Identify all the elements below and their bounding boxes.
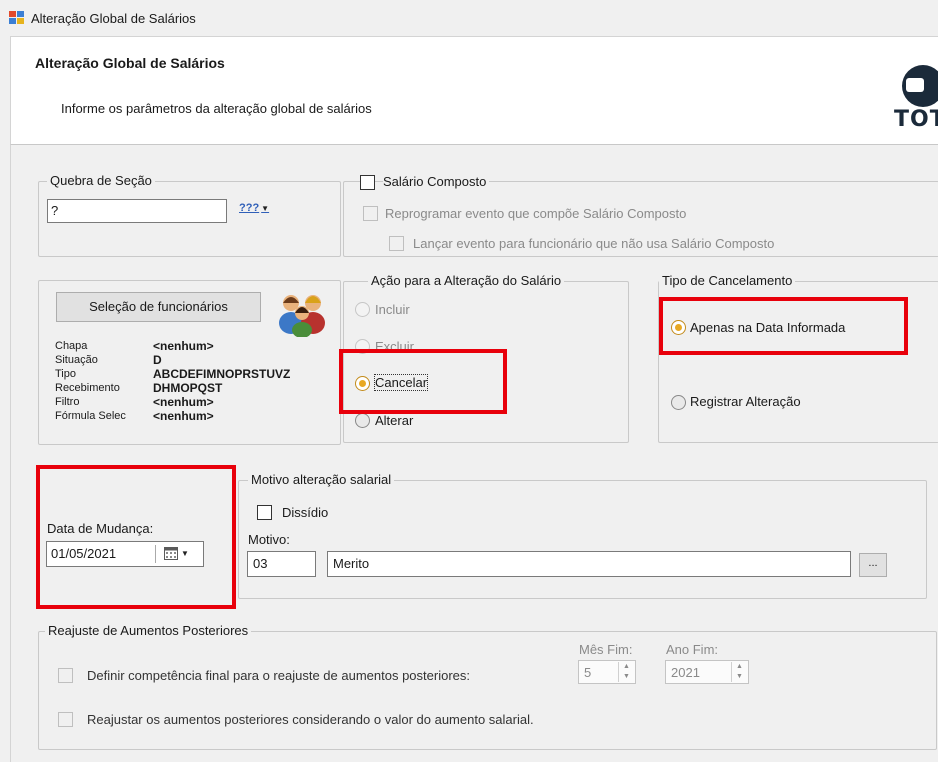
- salario-composto-label: Salário Composto: [383, 174, 490, 189]
- definir-competencia-label: Definir competência final para o reajust…: [87, 668, 470, 683]
- logo-text: TOT: [894, 107, 938, 132]
- radio-registrar[interactable]: [671, 395, 686, 410]
- reajustar-checkbox[interactable]: [58, 712, 73, 727]
- reajuste-group: Reajuste de Aumentos Posteriores Definir…: [38, 623, 937, 750]
- page-title: Alteração Global de Salários: [35, 55, 225, 71]
- window-title: Alteração Global de Salários: [31, 11, 196, 26]
- lancar-label: Lançar evento para funcionário que não u…: [413, 236, 775, 251]
- radio-alterar[interactable]: [355, 413, 370, 428]
- highlight-data-mudanca: [36, 465, 236, 609]
- acao-group: Ação para a Alteração do Salário Incluir…: [343, 273, 629, 443]
- motivo-code-input[interactable]: 03: [247, 551, 316, 577]
- chevron-down-icon[interactable]: ▼: [619, 672, 634, 682]
- brand-logo: TOT: [894, 65, 938, 145]
- selecao-key: Filtro: [55, 396, 80, 408]
- ano-fim-label: Ano Fim:: [666, 642, 719, 657]
- reprogramar-checkbox[interactable]: [363, 206, 378, 221]
- ano-fim-value: 2021: [671, 665, 700, 680]
- radio-excluir[interactable]: [355, 339, 370, 354]
- apenas-data-label: Apenas na Data Informada: [690, 320, 846, 335]
- app-icon: [9, 11, 24, 24]
- radio-incluir[interactable]: [355, 302, 370, 317]
- tipo-cancelamento-legend: Tipo de Cancelamento: [659, 273, 796, 289]
- chevron-down-icon[interactable]: ▼: [732, 672, 747, 682]
- salario-composto-group: Salário Composto Reprogramar evento que …: [343, 174, 938, 257]
- motivo-label: Motivo:: [248, 532, 290, 547]
- selecao-value: <nenhum>: [153, 339, 214, 353]
- reajustar-label: Reajustar os aumentos posteriores consid…: [87, 712, 534, 727]
- main-panel: Quebra de Seção ? ??? ▼ Salário Composto …: [10, 144, 938, 762]
- selecao-key: Tipo: [55, 368, 76, 380]
- motivo-description-input[interactable]: Merito: [327, 551, 851, 577]
- data-mudanca-input[interactable]: 01/05/2021 ▼: [46, 541, 204, 567]
- window-titlebar: Alteração Global de Salários: [0, 0, 938, 36]
- chevron-down-icon[interactable]: ▼: [181, 547, 189, 561]
- selecao-row: Fórmula Selec <nenhum>: [55, 409, 335, 424]
- lancar-checkbox[interactable]: [389, 236, 404, 251]
- reprogramar-label: Reprogramar evento que compõe Salário Co…: [385, 206, 687, 221]
- cancelar-label: Cancelar: [373, 374, 429, 391]
- motivo-legend: Motivo alteração salarial: [248, 472, 395, 488]
- ano-fim-spinner[interactable]: 2021 ▲ ▼: [665, 660, 749, 684]
- selecao-value: <nenhum>: [153, 409, 214, 423]
- alterar-label: Alterar: [375, 413, 414, 428]
- lookup-button[interactable]: ??? ▼: [239, 202, 269, 220]
- calendar-icon[interactable]: [164, 547, 178, 560]
- registrar-label: Registrar Alteração: [690, 394, 801, 409]
- incluir-label: Incluir: [375, 302, 410, 317]
- selecao-key: Recebimento: [55, 382, 120, 394]
- date-divider: [155, 545, 156, 563]
- chevron-up-icon[interactable]: ▲: [619, 662, 634, 672]
- selecao-group: Seleção de funcionários Chapa <nenhum> S…: [38, 280, 341, 445]
- spinner-arrows[interactable]: ▲ ▼: [618, 662, 634, 682]
- selecao-row: Chapa <nenhum>: [55, 339, 335, 354]
- selecao-value: ABCDEFIMNOPRSTUVZ: [153, 367, 291, 381]
- selecao-row: Tipo ABCDEFIMNOPRSTUVZ: [55, 367, 335, 382]
- radio-cancelar[interactable]: [355, 376, 370, 391]
- chevron-up-icon[interactable]: ▲: [732, 662, 747, 672]
- selecao-summary: Chapa <nenhum> Situação D Tipo ABCDEFIMN…: [55, 339, 335, 440]
- mes-fim-spinner[interactable]: 5 ▲ ▼: [578, 660, 636, 684]
- dissidio-label: Dissídio: [282, 505, 329, 520]
- quebra-secao-legend: Quebra de Seção: [47, 173, 155, 189]
- tipo-cancelamento-group: Tipo de Cancelamento Apenas na Data Info…: [658, 273, 938, 443]
- page-subtitle: Informe os parâmetros da alteração globa…: [61, 101, 372, 116]
- data-mudanca-value: 01/05/2021: [51, 546, 117, 561]
- mes-fim-value: 5: [584, 665, 592, 680]
- quebra-secao-group: Quebra de Seção ? ??? ▼: [38, 173, 341, 257]
- selecao-key: Chapa: [55, 340, 88, 352]
- selecao-value: <nenhum>: [153, 395, 214, 409]
- selecao-value: D: [153, 353, 162, 367]
- radio-apenas-data[interactable]: [671, 320, 686, 335]
- dissidio-checkbox[interactable]: [257, 505, 272, 520]
- data-mudanca-label: Data de Mudança:: [47, 521, 154, 536]
- quebra-secao-input[interactable]: ?: [47, 199, 227, 223]
- users-icon: [279, 295, 325, 337]
- reajuste-legend: Reajuste de Aumentos Posteriores: [45, 623, 252, 639]
- acao-legend: Ação para a Alteração do Salário: [368, 273, 565, 289]
- header-panel: Alteração Global de Salários Informe os …: [10, 36, 938, 144]
- selecao-row: Situação D: [55, 353, 335, 368]
- selecao-funcionarios-button[interactable]: Seleção de funcionários: [56, 292, 261, 322]
- selecao-row: Filtro <nenhum>: [55, 395, 335, 410]
- logo-ball-icon: [902, 65, 938, 107]
- lookup-label: ???: [239, 202, 260, 214]
- selecao-value: DHMOPQST: [153, 381, 223, 395]
- salario-composto-checkbox[interactable]: [360, 175, 375, 190]
- excluir-label: Excluir: [375, 339, 415, 354]
- motivo-group: Motivo alteração salarial Dissídio Motiv…: [238, 472, 927, 599]
- selecao-row: Recebimento DHMOPQST: [55, 381, 335, 396]
- selecao-key: Fórmula Selec: [55, 410, 126, 422]
- spinner-arrows[interactable]: ▲ ▼: [731, 662, 747, 682]
- motivo-browse-button[interactable]: ...: [859, 553, 887, 577]
- mes-fim-label: Mês Fim:: [579, 642, 633, 657]
- chevron-down-icon: ▼: [261, 204, 270, 213]
- selecao-key: Situação: [55, 354, 98, 366]
- definir-competencia-checkbox[interactable]: [58, 668, 73, 683]
